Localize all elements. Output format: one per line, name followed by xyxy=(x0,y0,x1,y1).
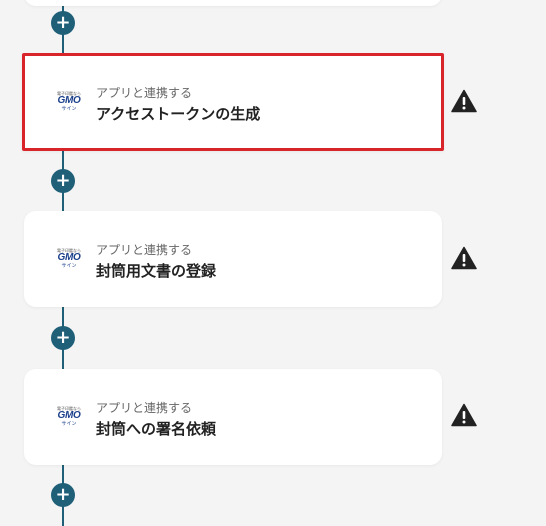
gmo-sign-logo: 電子印鑑なら GMO サイン xyxy=(57,91,81,112)
previous-step-card[interactable] xyxy=(24,0,442,6)
step-title: アクセストークンの生成 xyxy=(96,105,261,123)
step-card-signature-request[interactable]: 電子印鑑なら GMO サイン アプリと連携する 封筒への署名依頼 xyxy=(24,369,442,465)
step-subtitle: アプリと連携する xyxy=(96,243,193,257)
warning-icon[interactable] xyxy=(451,403,477,427)
add-step-button[interactable]: + xyxy=(51,326,75,350)
step-subtitle: アプリと連携する xyxy=(96,86,193,100)
step-title: 封筒への署名依頼 xyxy=(96,420,217,438)
add-step-button[interactable]: + xyxy=(51,169,75,193)
step-card-access-token[interactable]: 電子印鑑なら GMO サイン アプリと連携する アクセストークンの生成 xyxy=(22,53,444,151)
warning-icon[interactable] xyxy=(451,89,477,113)
gmo-sign-logo: 電子印鑑なら GMO サイン xyxy=(57,406,81,427)
add-step-button[interactable]: + xyxy=(51,483,75,507)
step-subtitle: アプリと連携する xyxy=(96,401,193,415)
step-card-register-document[interactable]: 電子印鑑なら GMO サイン アプリと連携する 封筒用文書の登録 xyxy=(24,211,442,307)
step-title: 封筒用文書の登録 xyxy=(96,262,217,280)
add-step-button[interactable]: + xyxy=(51,11,75,35)
gmo-sign-logo: 電子印鑑なら GMO サイン xyxy=(57,248,81,269)
warning-icon[interactable] xyxy=(451,246,477,270)
